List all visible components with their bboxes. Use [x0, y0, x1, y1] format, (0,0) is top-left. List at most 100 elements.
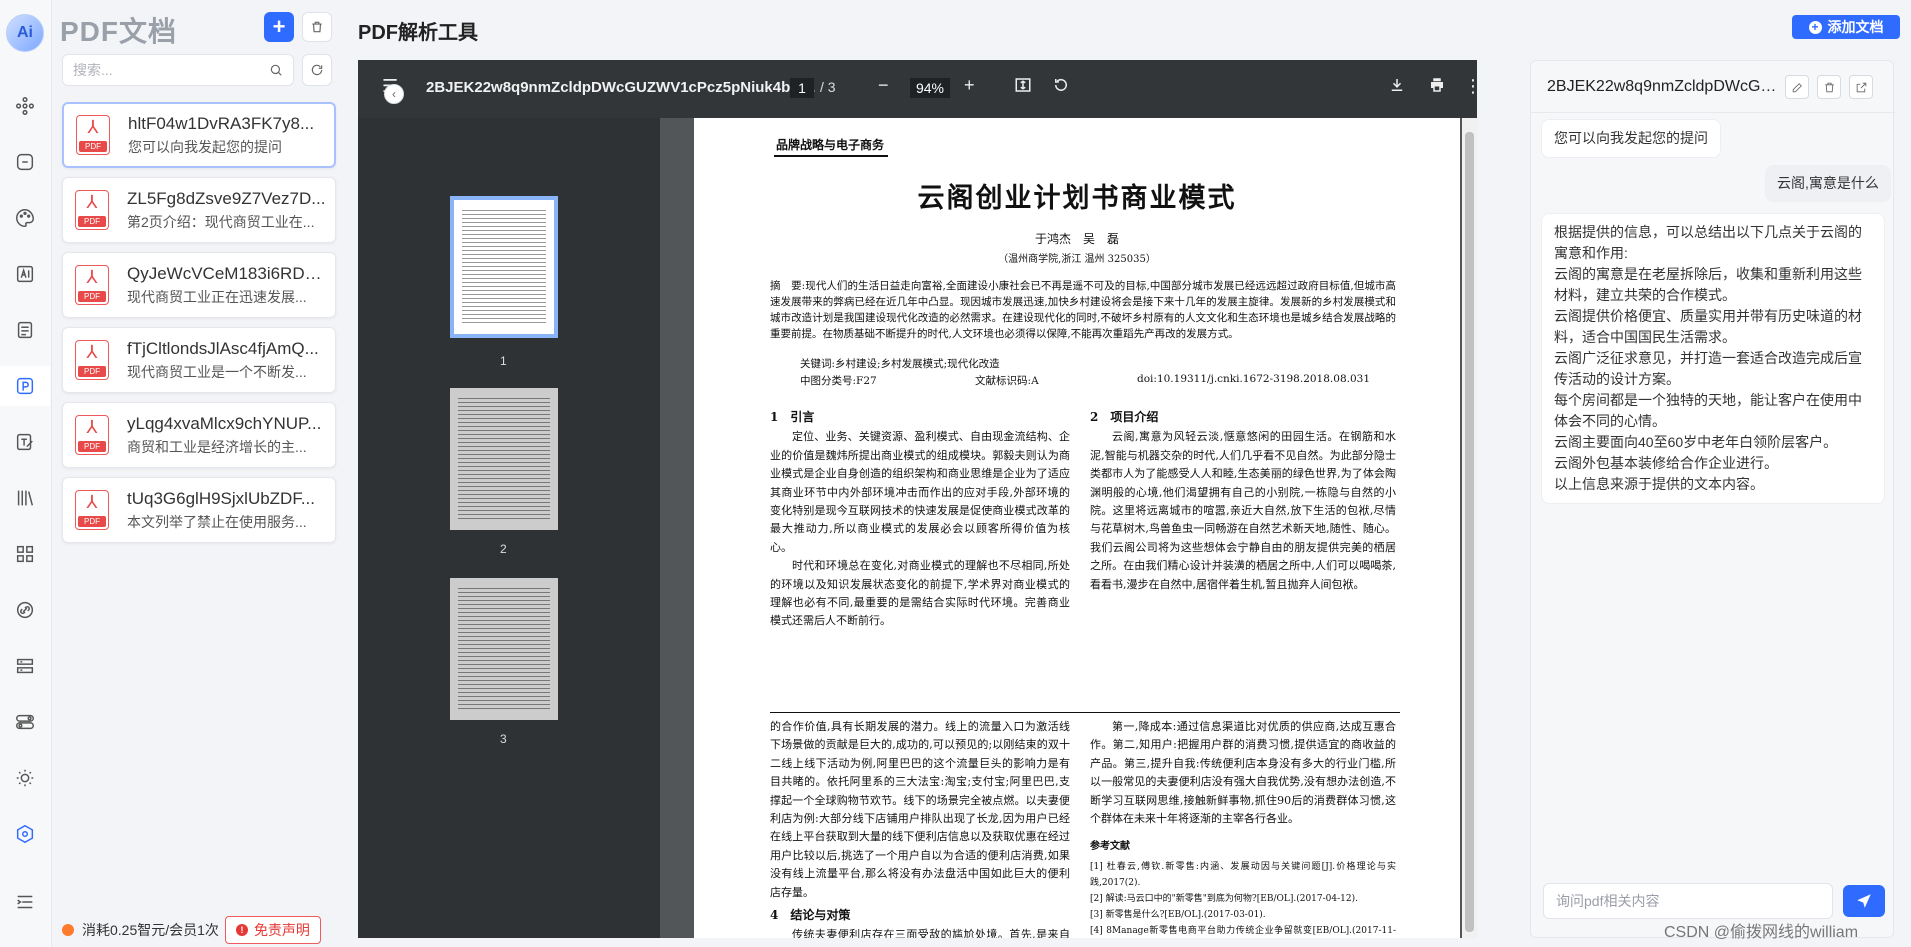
zoom-in-icon[interactable]: + [964, 75, 975, 96]
answer-line: 云阁广泛征求意见，并打造一套适合改造完成后宣传活动的设计方案。 [1554, 350, 1862, 387]
document-item[interactable]: ⅄ PDF hltF04w1DvRA3FK7y8... 您可以向我发起您的提问 [62, 102, 336, 168]
chat-document-name: 2BJEK22w8q9nmZcldpDWcGUZWV1cPcz5pNiuk4b4 [1547, 77, 1779, 95]
pdf-file-icon: ⅄ PDF [76, 115, 110, 155]
send-button[interactable] [1843, 885, 1885, 917]
document-name: QyJeWcVCeM183i6RD4... [127, 263, 327, 283]
answer-line: 云阁主要面向40至60岁中老年白领阶层客户。 [1554, 434, 1838, 450]
edit-button[interactable] [1785, 75, 1809, 99]
print-icon[interactable] [1428, 76, 1446, 99]
plus-icon: + [1808, 20, 1822, 34]
paper-section-tag: 品牌战略与电子商务 [774, 136, 889, 157]
chat-input-box [1543, 883, 1833, 919]
pdf-file-icon: ⅄ PDF [75, 490, 109, 530]
zoom-level[interactable]: 94% [910, 78, 950, 98]
pdf-file-icon: ⅄ PDF [75, 265, 109, 305]
usage-cost-text: 消耗0.25智元/会员1次 [82, 921, 219, 938]
thumbnail-label: 2 [500, 542, 507, 556]
paper-column-right-bottom: 第一,降成本:通过信息渠道比对优质的供应商,达成互惠合作。第二,知用户:把握用户… [1090, 718, 1396, 938]
paper-authors: 于鸿杰 吴 磊 [1034, 232, 1119, 246]
document-summary: 您可以向我发起您的提问 [128, 138, 282, 155]
reference-item: [2] 解读:马云口中的"新零售"到底为何物?[EB/OL].(2017-04-… [1090, 893, 1358, 904]
export-button[interactable] [1849, 75, 1873, 99]
rail-toggle-icon[interactable] [0, 702, 50, 742]
search-box [62, 54, 294, 86]
download-icon[interactable] [1388, 76, 1406, 99]
document-name: ZL5Fg8dZsve9Z7Vez7D... [127, 188, 326, 208]
trash-icon [1824, 82, 1834, 92]
paper-keywords: 关键词:乡村建设;乡村发展模式;现代化改造 [800, 358, 1000, 370]
paper-paragraph: 第一,降成本:通过信息渠道比对优质的供应商,达成互惠合作。第二,知用户:把握用户… [1090, 720, 1396, 826]
refresh-icon [311, 64, 323, 76]
add-document-label: 添加文档 [1827, 19, 1884, 35]
warning-icon: ! [235, 923, 248, 936]
rail-menu-icon[interactable] [0, 882, 50, 922]
add-document-button[interactable]: + [264, 12, 294, 42]
rotate-icon[interactable] [1052, 76, 1070, 99]
document-name: hltF04w1DvRA3FK7y8... [128, 113, 315, 133]
paper-classification: 中图分类号:F27 文献标识码:A doi:10.19311/j.cnki.16… [800, 373, 1370, 388]
pdf-file-icon: ⅄ PDF [75, 340, 109, 380]
rail-write-icon[interactable] [0, 422, 50, 462]
answer-line: 云阁的寓意是在老屋拆除后，收集和重新利用这些材料，建立共荣的合作模式。 [1554, 266, 1862, 303]
viewer-scrollbar[interactable] [1462, 118, 1477, 938]
document-item[interactable]: ⅄ PDF QyJeWcVCeM183i6RD4... 现代商贸工业正在迅速发展..… [62, 252, 336, 318]
collapse-panel-button[interactable]: ‹ [384, 84, 404, 104]
add-document-top-button[interactable]: + 添加文档 [1792, 15, 1900, 39]
paper-column-left-top: 1 引言 定位、业务、关键资源、盈利模式、自由现金流结构、企业的价值是魏炜所提出… [770, 408, 1070, 631]
page-number-input[interactable]: 1 [790, 78, 814, 98]
search-icon[interactable] [269, 63, 283, 77]
rail-palette-icon[interactable] [0, 198, 50, 238]
rail-server-icon[interactable] [0, 646, 50, 686]
user-message: 云阁,寓意是什么 [1765, 165, 1891, 202]
trash-icon [312, 21, 322, 33]
document-summary: 本文列举了禁止在使用服务... [127, 513, 307, 530]
coin-icon [62, 923, 74, 936]
document-item[interactable]: ⅄ PDF tUq3G6glH9SjxlUbZDF... 本文列举了禁止在使用服务.… [62, 477, 336, 543]
rail-apps-icon[interactable] [0, 86, 50, 126]
rail-doc-icon[interactable] [0, 310, 50, 350]
more-options-icon[interactable]: ⋮ [1464, 76, 1477, 97]
section-heading: 1 引言 [770, 410, 815, 424]
chat-input[interactable] [1556, 893, 1820, 909]
page-thumbnail[interactable] [450, 388, 558, 530]
rail-library-icon[interactable] [0, 478, 50, 518]
export-icon [1856, 82, 1866, 92]
document-summary: 商贸和工业是经济增长的主... [127, 438, 307, 455]
search-input[interactable] [73, 62, 269, 78]
watermark-text: CSDN @偷拨网线的william [1664, 924, 1859, 941]
viewer-toolbar: ☰ 2BJEK22w8q9nmZcldpDWcGUZWV1cPcz5pNiuk4… [358, 60, 1477, 118]
rail-pdf-icon[interactable] [0, 366, 50, 406]
rail-grid-icon[interactable] [0, 534, 50, 574]
rail-ai-icon[interactable] [0, 254, 50, 294]
delete-chat-button[interactable] [1817, 75, 1841, 99]
rail-link-icon[interactable] [0, 590, 50, 630]
document-name: tUq3G6glH9SjxlUbZDF... [127, 488, 316, 508]
viewer-file-name: 2BJEK22w8q9nmZcldpDWcGUZWV1cPcz5pNiuk4b4… [426, 79, 816, 96]
page-thumbnail[interactable] [450, 578, 558, 720]
paper-abstract: 摘 要:现代人们的生活日益走向富裕,全面建设小康社会已不再是遥不可及的目标,中国… [770, 280, 1396, 340]
pdf-viewer: ☰ 2BJEK22w8q9nmZcldpDWcGUZWV1cPcz5pNiuk4… [358, 60, 1477, 938]
document-item[interactable]: ⅄ PDF ZL5Fg8dZsve9Z7Vez7D... 第2页介绍：现代商贸工业在… [62, 177, 336, 243]
fit-page-icon[interactable] [1014, 76, 1032, 99]
document-item[interactable]: ⅄ PDF yLqg4xvaMlcx9chYNUP... 商贸和工业是经济增长的主.… [62, 402, 336, 468]
chat-header: 2BJEK22w8q9nmZcldpDWcGUZWV1cPcz5pNiuk4b4 [1531, 61, 1895, 113]
document-name: yLqg4xvaMlcx9chYNUP... [127, 413, 322, 433]
chat-panel: 2BJEK22w8q9nmZcldpDWcGUZWV1cPcz5pNiuk4b4… [1530, 60, 1895, 938]
document-item[interactable]: ⅄ PDF fTjCltlondsJlAsc4fjAmQ... 现代商贸工业是一个不… [62, 327, 336, 393]
document-items: ⅄ PDF hltF04w1DvRA3FK7y8... 您可以向我发起您的提问 ⅄ P… [62, 102, 336, 552]
zoom-out-icon[interactable]: − [878, 75, 889, 96]
disclaimer-button[interactable]: ! 免责声明 [224, 915, 321, 944]
paper-title: 云阁创业计划书商业模式 [917, 183, 1237, 214]
pdf-file-icon: ⅄ PDF [75, 415, 109, 455]
icon-rail: Ai [0, 0, 52, 947]
section-heading: 4 结论与对策 [770, 908, 851, 923]
usage-footer: 消耗0.25智元/会员1次 ! 免责声明 [52, 912, 342, 947]
answer-line: 云阁提供价格便宜、质量实用并带有历史味道的材料，适合中国国民生活需求。 [1554, 308, 1862, 345]
refresh-button[interactable] [302, 54, 332, 86]
rail-hexagon-icon[interactable] [0, 814, 50, 854]
page-thumbnail[interactable] [450, 196, 558, 338]
page-title: PDF解析工具 [358, 22, 478, 44]
rail-sun-icon[interactable] [0, 758, 50, 798]
delete-all-button[interactable] [302, 12, 332, 42]
rail-chat-icon[interactable] [0, 142, 50, 182]
